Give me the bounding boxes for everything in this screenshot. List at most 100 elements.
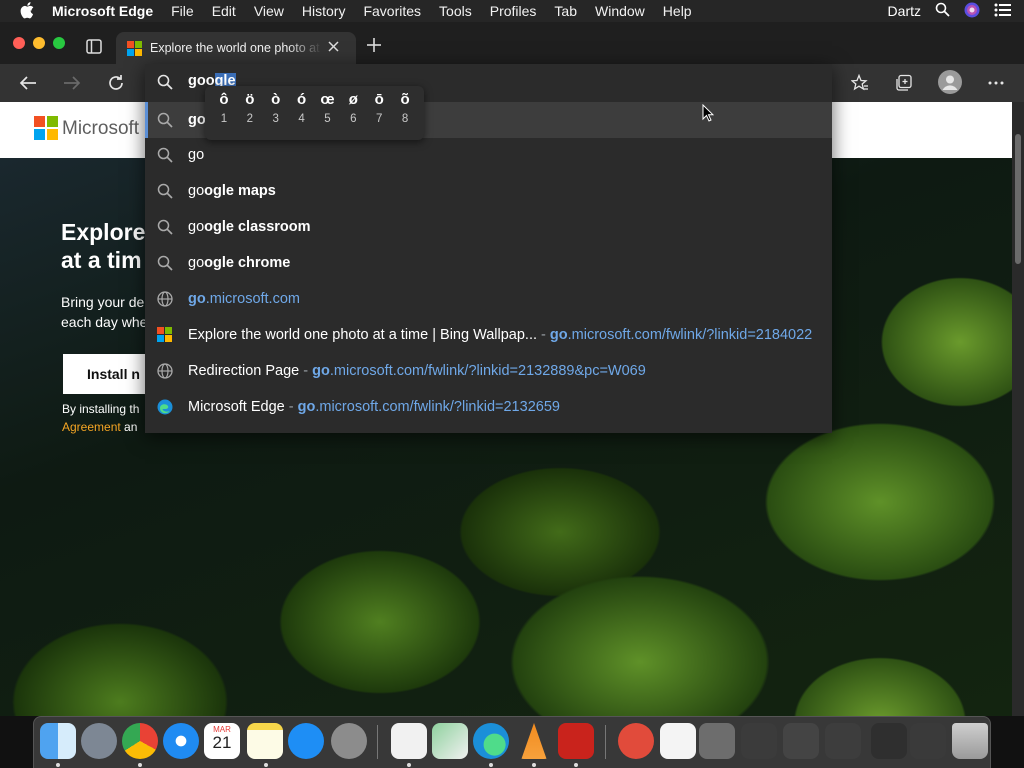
more-options-icon[interactable]	[985, 72, 1007, 94]
install-button[interactable]: Install n	[63, 354, 158, 394]
new-tab-icon[interactable]	[366, 37, 382, 58]
running-indicator	[264, 763, 268, 767]
suggestion-text: google classroom	[188, 219, 311, 235]
search-icon	[157, 255, 173, 271]
microsoft-wordmark[interactable]: Microsoft	[62, 118, 139, 140]
suggestion-row[interactable]: google chrome	[145, 245, 832, 281]
profile-avatar-icon[interactable]	[937, 69, 963, 95]
menu-view[interactable]: View	[254, 3, 284, 19]
running-indicator	[489, 763, 493, 767]
agreement-link[interactable]: Agreement	[62, 420, 121, 434]
calendar-icon[interactable]: MAR 21	[204, 723, 240, 759]
reminders-icon[interactable]	[391, 723, 427, 759]
window-minimize-button[interactable]	[33, 37, 45, 49]
accent-option[interactable]: ø6	[340, 86, 366, 140]
window-thumbnail-icon[interactable]	[825, 723, 861, 759]
running-indicator	[574, 763, 578, 767]
window-thumbnail-icon[interactable]	[741, 723, 777, 759]
menu-history[interactable]: History	[302, 3, 346, 19]
menu-window[interactable]: Window	[595, 3, 645, 19]
accent-option[interactable]: ò3	[263, 86, 289, 140]
fine-print: By installing th Agreement an	[62, 400, 152, 436]
accent-option[interactable]: ō7	[366, 86, 392, 140]
favorites-icon[interactable]	[849, 72, 871, 94]
forward-button[interactable]	[61, 72, 83, 94]
tab-close-icon[interactable]	[328, 39, 339, 57]
microsoft-logo-icon[interactable]	[34, 116, 58, 140]
system-preferences-icon[interactable]	[331, 723, 367, 759]
spotlight-search-icon[interactable]	[935, 2, 950, 20]
scrollbar-thumb[interactable]	[1015, 134, 1021, 264]
suggestion-row[interactable]: Microsoft Edge - go.microsoft.com/fwlink…	[145, 389, 832, 425]
block-app-icon[interactable]	[618, 723, 654, 759]
vlc-icon[interactable]	[521, 723, 547, 759]
collections-icon[interactable]	[893, 72, 915, 94]
suggestion-row[interactable]: google maps	[145, 173, 832, 209]
suggestion-row[interactable]: google classroom	[145, 209, 832, 245]
window-close-button[interactable]	[13, 37, 25, 49]
user-name-menu[interactable]: Dartz	[888, 3, 921, 19]
window-thumbnail-icon[interactable]	[783, 723, 819, 759]
safari-icon[interactable]	[163, 723, 199, 759]
active-tab[interactable]: Explore the world one photo at a time	[116, 32, 356, 64]
launchpad-icon[interactable]	[81, 723, 117, 759]
suggestion-row[interactable]: go.microsoft.com	[145, 281, 832, 317]
fine-print-line-2: an	[120, 420, 138, 434]
window-thumbnail-icon[interactable]	[910, 723, 946, 759]
microsoft-favicon-icon	[157, 327, 172, 342]
suggestion-text: go.microsoft.com	[188, 291, 300, 307]
menu-edit[interactable]: Edit	[212, 3, 236, 19]
menu-tab[interactable]: Tab	[554, 3, 577, 19]
globe-icon	[157, 291, 173, 307]
globe-icon	[157, 363, 173, 379]
running-indicator	[56, 763, 60, 767]
menu-favorites[interactable]: Favorites	[363, 3, 421, 19]
search-icon	[157, 183, 173, 199]
suggestion-row[interactable]: Explore the world one photo at a time | …	[145, 317, 832, 353]
menu-bar: Microsoft Edge File Edit View History Fa…	[0, 0, 1024, 22]
menu-profiles[interactable]: Profiles	[490, 3, 537, 19]
search-icon	[157, 74, 173, 95]
menu-tools[interactable]: Tools	[439, 3, 472, 19]
refresh-button[interactable]	[105, 72, 127, 94]
finder-icon[interactable]	[40, 723, 76, 759]
hero-title: Explore at a tim	[61, 219, 146, 273]
suggestion-text: go	[188, 112, 206, 128]
accent-picker-popup: ô1 ö2 ò3 ó4 œ5 ø6 ō7 õ8	[205, 86, 424, 140]
back-button[interactable]	[17, 72, 39, 94]
maps-icon[interactable]	[432, 723, 468, 759]
window-thumbnail-icon[interactable]	[871, 723, 907, 759]
accent-option[interactable]: ô1	[211, 86, 237, 140]
acrobat-icon[interactable]	[558, 723, 594, 759]
edge-icon[interactable]	[473, 723, 509, 759]
window-thumbnail-icon[interactable]	[699, 723, 735, 759]
accent-option[interactable]: ö2	[237, 86, 263, 140]
search-icon	[157, 219, 173, 235]
apple-menu-icon[interactable]	[20, 1, 38, 22]
menu-help[interactable]: Help	[663, 3, 692, 19]
document-icon[interactable]	[660, 723, 696, 759]
suggestion-text: go	[188, 147, 205, 163]
hero-text-line-1: Bring your de	[61, 294, 145, 310]
suggestion-row[interactable]: Redirection Page - go.microsoft.com/fwli…	[145, 353, 832, 389]
window-zoom-button[interactable]	[53, 37, 65, 49]
accent-option[interactable]: õ8	[392, 86, 418, 140]
macos-dock: MAR 21	[33, 716, 991, 768]
fine-print-line-1: By installing th	[62, 402, 140, 416]
app-name-menu[interactable]: Microsoft Edge	[52, 3, 153, 19]
page-scrollbar[interactable]	[1012, 102, 1024, 716]
tab-actions-icon[interactable]	[86, 39, 102, 59]
chrome-icon[interactable]	[122, 723, 158, 759]
control-center-icon[interactable]	[994, 3, 1012, 20]
running-indicator	[532, 763, 536, 767]
notes-icon[interactable]	[247, 723, 283, 759]
accent-option[interactable]: ó4	[289, 86, 315, 140]
siri-icon[interactable]	[964, 2, 980, 21]
app-store-icon[interactable]	[288, 723, 324, 759]
menu-file[interactable]: File	[171, 3, 194, 19]
trash-icon[interactable]	[952, 723, 988, 759]
accent-option[interactable]: œ5	[315, 86, 341, 140]
running-indicator	[407, 763, 411, 767]
dock-divider	[605, 725, 606, 759]
suggestion-row[interactable]: go	[145, 137, 832, 173]
